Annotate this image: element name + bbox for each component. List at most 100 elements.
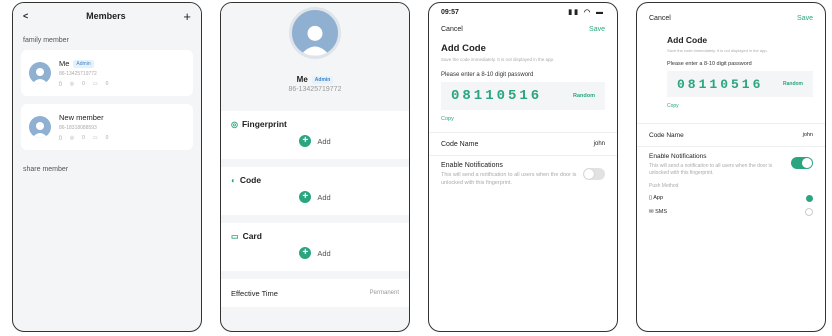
avatar	[289, 7, 341, 59]
notify-desc: This will send a notification to all use…	[649, 163, 773, 176]
save-button[interactable]: Save	[589, 26, 605, 33]
password-prompt: Please enter a 8-10 digit password	[667, 61, 752, 67]
add-label: Add	[317, 248, 331, 258]
cancel-button[interactable]: Cancel	[649, 15, 671, 22]
fingerprint-icon: ◎	[231, 119, 238, 129]
admin-badge: Admin	[73, 60, 94, 68]
fingerprint-icon: ◎	[69, 135, 75, 141]
member-detail-screen: Me Admin 86-13425719772 ◎ Fingerprint + Add…	[220, 2, 410, 332]
add-member-button[interactable]: +	[183, 9, 191, 24]
notify-desc: This will send a notification to all use…	[441, 172, 577, 186]
phone-icon: ▯	[59, 81, 62, 87]
notify-row: Enable Notifications This will send a no…	[429, 156, 617, 187]
admin-badge: Admin	[311, 75, 334, 84]
subtitle: Save the code immediately. It is not dis…	[667, 48, 768, 53]
code-name-row[interactable]: Code Name john	[429, 132, 617, 156]
password-value: 08110516	[451, 88, 543, 104]
notify-row: Enable Notifications This will send a no…	[637, 147, 825, 177]
notify-toggle[interactable]	[583, 168, 605, 180]
card-icon: ▭	[92, 81, 98, 87]
add-code-screen: 09:57 ▮▮ ◠ ▬ Cancel Save Add Code Save t…	[428, 2, 618, 332]
family-member-label: family member	[23, 37, 69, 44]
member-name: New member	[59, 113, 104, 122]
password-field[interactable]: 08110516 Random	[441, 82, 605, 110]
fingerprint-section: ◎ Fingerprint + Add	[221, 111, 409, 159]
option-label: SMS	[655, 209, 668, 215]
push-option-app[interactable]: ▯ App	[637, 191, 825, 205]
sms-icon: ✉	[649, 209, 654, 215]
add-fingerprint-button[interactable]: + Add	[221, 135, 409, 147]
code-name-value: john	[802, 132, 813, 138]
page-title: Add Code	[667, 35, 708, 45]
nav-bar: Cancel Save	[637, 7, 825, 29]
members-screen: < Members + family member Me Admin 86-134…	[12, 2, 202, 332]
status-bar: 09:57 ▮▮ ◠ ▬	[429, 3, 617, 21]
copy-button[interactable]: Copy	[429, 110, 617, 122]
page-title: Add Code	[441, 43, 486, 54]
code-name-label: Code Name	[649, 131, 684, 139]
notify-label: Enable Notifications	[649, 153, 707, 160]
section-title: Fingerprint	[241, 119, 287, 129]
notify-label: Enable Notifications	[441, 162, 503, 169]
push-option-sms[interactable]: ✉ SMS	[637, 205, 825, 219]
nav-bar: Cancel Save	[429, 21, 617, 37]
page-title: Members	[86, 11, 126, 21]
member-phone: 86-13425719772	[59, 71, 97, 77]
code-name-row[interactable]: Code Name john	[637, 123, 825, 147]
code-icon: ◐	[231, 175, 236, 185]
app-icon: ▯	[649, 195, 653, 201]
status-icons: ▮▮ ◠ ▬	[568, 9, 605, 16]
checked-icon	[806, 194, 813, 202]
copy-button[interactable]: Copy	[637, 97, 825, 109]
code-name-value: john	[593, 141, 605, 147]
section-title: Code	[239, 175, 262, 185]
password-value: 08110516	[677, 76, 764, 92]
add-label: Add	[317, 136, 331, 146]
share-member-label: share member	[23, 166, 69, 173]
card-count: 0	[105, 135, 109, 141]
plus-icon: +	[299, 135, 312, 147]
fingerprint-count: 0	[82, 81, 85, 87]
card-count: 0	[105, 81, 109, 87]
member-phone: 86-18318088593	[59, 125, 97, 131]
members-header: < Members +	[13, 3, 201, 29]
random-button[interactable]: Random	[573, 93, 595, 99]
option-label: App	[653, 195, 664, 201]
phone-icon: ▯	[59, 135, 62, 141]
effective-time-row[interactable]: Effective Time Permanent	[221, 279, 409, 307]
random-button[interactable]: Random	[783, 81, 803, 87]
notify-toggle[interactable]	[791, 157, 813, 169]
plus-icon: +	[299, 247, 312, 259]
member-card-me[interactable]: Me Admin 86-13425719772 ▯ ◎ 0 ▭ 0	[21, 50, 193, 96]
member-name: Me	[59, 58, 70, 68]
avatar	[29, 116, 51, 138]
cancel-button[interactable]: Cancel	[441, 26, 463, 33]
password-field[interactable]: 08110516 Random	[667, 71, 813, 97]
fingerprint-icon: ◎	[69, 81, 75, 87]
status-time: 09:57	[441, 8, 459, 16]
fingerprint-count: 0	[82, 135, 85, 141]
plus-icon: +	[299, 191, 312, 203]
effective-time-label: Effective Time	[231, 288, 278, 298]
code-section: ◐ Code + Add	[221, 167, 409, 215]
section-title: Card	[242, 231, 262, 241]
back-icon[interactable]: <	[23, 11, 28, 21]
code-name-label: Code Name	[441, 140, 479, 148]
add-code-button[interactable]: + Add	[221, 191, 409, 203]
push-method-label: Push Method	[649, 183, 679, 189]
avatar	[29, 62, 51, 84]
member-phone: 86-13425719772	[288, 86, 342, 93]
card-section: ▭ Card + Add	[221, 223, 409, 271]
add-card-button[interactable]: + Add	[221, 247, 409, 259]
member-name: Me	[296, 75, 308, 84]
unchecked-icon	[805, 208, 813, 216]
add-label: Add	[317, 192, 331, 202]
subtitle: Save the code immediately. It is not dis…	[441, 57, 555, 62]
add-code-screen-enabled: Cancel Save Add Code Save the code immed…	[636, 2, 826, 332]
effective-time-value: Permanent	[369, 290, 399, 296]
card-icon: ▭	[231, 231, 239, 241]
password-prompt: Please enter a 8-10 digit password	[441, 72, 534, 78]
member-card-new[interactable]: New member 86-18318088593 ▯ ◎ 0 ▭ 0	[21, 104, 193, 150]
card-icon: ▭	[92, 135, 98, 141]
save-button[interactable]: Save	[797, 15, 813, 22]
